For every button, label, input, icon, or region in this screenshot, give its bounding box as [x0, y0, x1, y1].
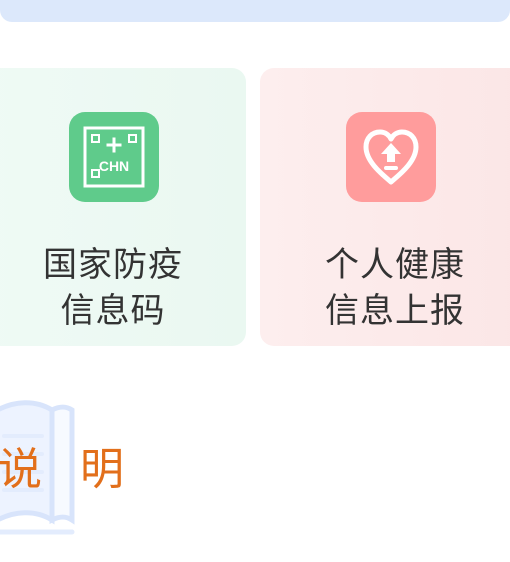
section-title-char-2: 明 [80, 444, 124, 495]
card-label-line-1: 国家防疫 [43, 245, 183, 285]
top-banner-strip [0, 0, 510, 22]
section-title-char-1: 说 [0, 444, 42, 495]
card-label-line-2: 信息码 [60, 291, 166, 331]
national-epidemic-code-card[interactable]: CHN 国家防疫 信息码 [0, 68, 246, 346]
svg-text:CHN: CHN [99, 158, 129, 174]
instructions-section: 说 明 [0, 380, 510, 540]
card-label: 个人健康 信息上报 [260, 242, 510, 334]
card-label: 国家防疫 信息码 [0, 242, 246, 334]
chn-code-icon: CHN [69, 112, 159, 202]
health-heart-upload-icon [346, 112, 436, 202]
card-label-line-2: 信息上报 [325, 291, 465, 331]
app-screen: CHN 国家防疫 信息码 个人健康 信息上报 说 明 [0, 0, 510, 562]
card-label-line-1: 个人健康 [325, 245, 465, 285]
personal-health-report-card[interactable]: 个人健康 信息上报 [260, 68, 510, 346]
